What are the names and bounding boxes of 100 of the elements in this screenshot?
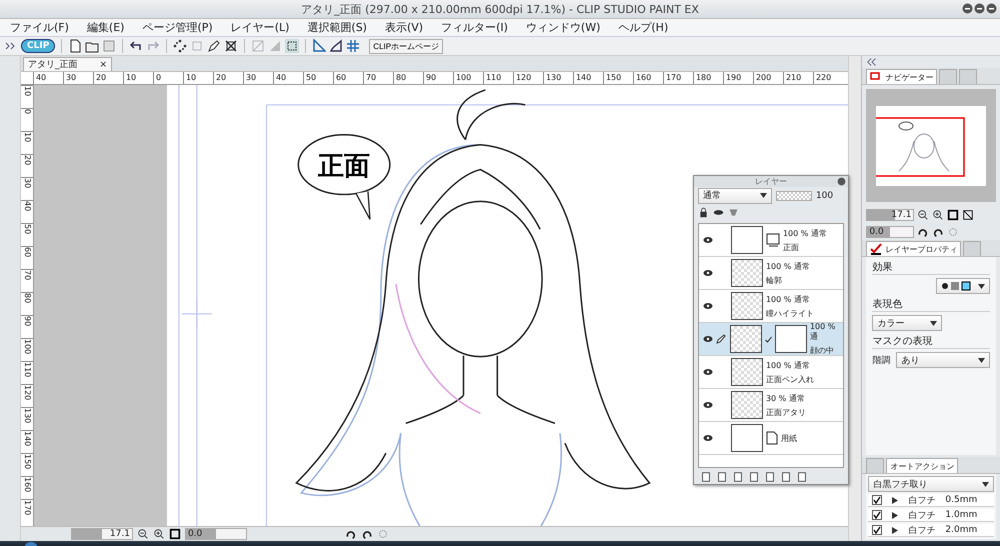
reference-icon[interactable] bbox=[728, 207, 739, 218]
eye-icon[interactable] bbox=[702, 434, 713, 442]
navigator-rotation-slider[interactable]: 0.0 bbox=[866, 226, 914, 238]
auto-action-tab[interactable]: オートアクション bbox=[886, 458, 958, 473]
mask-thumbnail bbox=[774, 325, 807, 353]
play-icon[interactable] bbox=[892, 512, 898, 518]
ruler-label: 100 bbox=[452, 72, 483, 84]
layer-mode: 100 % 通常 bbox=[766, 260, 810, 272]
homepage-button[interactable]: CLIPホームページ bbox=[369, 38, 444, 54]
ruler-label: 140 bbox=[572, 72, 603, 84]
opacity-slider[interactable] bbox=[776, 190, 812, 200]
eye-icon[interactable] bbox=[702, 269, 713, 277]
layer-row[interactable]: 100 % 通常 正面 bbox=[698, 224, 843, 257]
rotate-right-icon[interactable] bbox=[360, 528, 373, 540]
menu-item[interactable]: 選択範囲(S) bbox=[307, 20, 367, 35]
tone-dropdown[interactable]: あり bbox=[896, 352, 990, 368]
flip-icon[interactable] bbox=[962, 208, 974, 220]
minimize-icon[interactable] bbox=[962, 3, 973, 14]
undo-icon[interactable] bbox=[129, 39, 144, 53]
layer-row[interactable]: 用紙 bbox=[698, 422, 843, 455]
ruler-label: 100 bbox=[20, 338, 33, 361]
color-dropdown[interactable]: カラー bbox=[872, 315, 942, 331]
layer-mode: 100 % 通常 bbox=[782, 228, 827, 238]
opacity-value[interactable]: 100 bbox=[816, 190, 834, 200]
action-name[interactable]: 白フチ bbox=[908, 508, 936, 522]
menu-item[interactable]: フィルター(I) bbox=[441, 20, 508, 35]
pen-icon[interactable] bbox=[207, 39, 222, 53]
new-file-icon[interactable] bbox=[68, 39, 82, 53]
transform-icon[interactable] bbox=[224, 39, 238, 53]
layer-mode: 100 % 通常 bbox=[766, 360, 811, 370]
ruler-label: 120 bbox=[512, 72, 543, 84]
rotation-slider[interactable]: 0.0 bbox=[184, 528, 247, 540]
blend-mode-dropdown[interactable]: 通常 bbox=[698, 188, 772, 204]
menu-item[interactable]: ファイル(F) bbox=[10, 20, 69, 35]
layer-row[interactable]: 100 % 通常 正面ペン入れ bbox=[698, 356, 843, 389]
zoom-out-icon[interactable] bbox=[917, 208, 930, 220]
ruler-label: 70 bbox=[20, 269, 33, 292]
action-checkbox[interactable] bbox=[872, 510, 882, 520]
navigator-zoom-slider[interactable]: 17.1 bbox=[866, 208, 914, 220]
ruler-label: 90 bbox=[20, 315, 33, 338]
grid-icon[interactable] bbox=[346, 39, 360, 53]
action-checkbox[interactable] bbox=[872, 525, 882, 535]
menu-item[interactable]: ページ管理(P) bbox=[142, 20, 213, 35]
ruler-label: 160 bbox=[20, 476, 33, 499]
menu-item[interactable]: 表示(V) bbox=[384, 20, 424, 35]
menu-item[interactable]: レイヤー(L) bbox=[230, 20, 290, 35]
menu-item[interactable]: ヘルプ(H) bbox=[618, 20, 668, 35]
layer-name: 輪郭 bbox=[766, 274, 783, 286]
menu-item[interactable]: ウィンドウ(W) bbox=[526, 20, 600, 35]
section-label: マスクの表現 bbox=[872, 334, 990, 349]
clip-icon[interactable] bbox=[712, 207, 724, 218]
layer-thumbnail bbox=[730, 325, 762, 353]
ruler-icon[interactable] bbox=[312, 39, 326, 53]
fit-icon[interactable] bbox=[168, 528, 181, 540]
zoom-slider[interactable]: 17.1 bbox=[70, 528, 133, 540]
eye-icon[interactable] bbox=[702, 335, 713, 343]
rotate-left-icon[interactable] bbox=[344, 528, 357, 540]
effect-selector[interactable] bbox=[936, 278, 990, 294]
layer-thumbnail bbox=[730, 292, 763, 320]
collapse-icon[interactable] bbox=[866, 56, 878, 68]
action-name[interactable]: 白フチ bbox=[908, 494, 936, 506]
palette-close-icon[interactable] bbox=[836, 177, 846, 186]
dots-icon[interactable] bbox=[173, 39, 188, 53]
fit-icon[interactable] bbox=[947, 208, 960, 220]
zoom-in-icon[interactable] bbox=[932, 208, 944, 220]
layer-mode: 100 % 通常 bbox=[766, 294, 811, 304]
ruler-label: 170 bbox=[662, 72, 693, 84]
eye-icon[interactable] bbox=[702, 401, 713, 409]
ruler-label: 150 bbox=[20, 453, 33, 476]
close-tab-button[interactable]: × bbox=[99, 60, 107, 70]
action-checkbox[interactable] bbox=[872, 495, 882, 505]
eye-icon[interactable] bbox=[702, 236, 713, 244]
lock-icon[interactable] bbox=[698, 207, 709, 218]
caret-icon bbox=[982, 482, 990, 486]
layer-row[interactable]: 100 % 通 顔の中 bbox=[698, 323, 843, 356]
eye-icon[interactable] bbox=[702, 368, 713, 376]
zoom-in-icon[interactable] bbox=[152, 528, 165, 540]
layer-row[interactable]: 30 % 通常 正面アタリ bbox=[698, 389, 843, 422]
caret-icon bbox=[978, 284, 986, 288]
ruler-label: 80 bbox=[20, 292, 33, 315]
layer-name: 用紙 bbox=[780, 432, 797, 444]
layer-property-tab[interactable]: レイヤープロパティ bbox=[866, 241, 962, 256]
ruler-label: 170 bbox=[20, 499, 33, 522]
ruler-label: 120 bbox=[20, 384, 33, 407]
ruler-label: 0 bbox=[152, 72, 183, 84]
layer-row[interactable]: 100 % 通常 輪郭 bbox=[698, 257, 843, 290]
menu-item[interactable]: 編集(E) bbox=[86, 20, 124, 35]
zoom-out-icon[interactable] bbox=[136, 528, 149, 540]
selection-icon[interactable] bbox=[285, 39, 300, 53]
shape-ruler-icon[interactable] bbox=[329, 39, 344, 53]
eye-icon[interactable] bbox=[702, 302, 713, 310]
play-icon[interactable] bbox=[892, 526, 898, 534]
document-tab[interactable]: アタリ_正面 × bbox=[22, 57, 112, 71]
play-icon[interactable] bbox=[892, 496, 898, 504]
navigator-tab[interactable]: ナビゲーター bbox=[866, 69, 938, 84]
action-name[interactable]: 白フチ bbox=[908, 524, 936, 536]
action-set-dropdown[interactable]: 白黒フチ取り bbox=[868, 476, 994, 492]
ruler-label: 30 bbox=[242, 72, 273, 84]
scrollbar[interactable] bbox=[848, 56, 862, 541]
ruler-label: 130 bbox=[542, 72, 573, 84]
